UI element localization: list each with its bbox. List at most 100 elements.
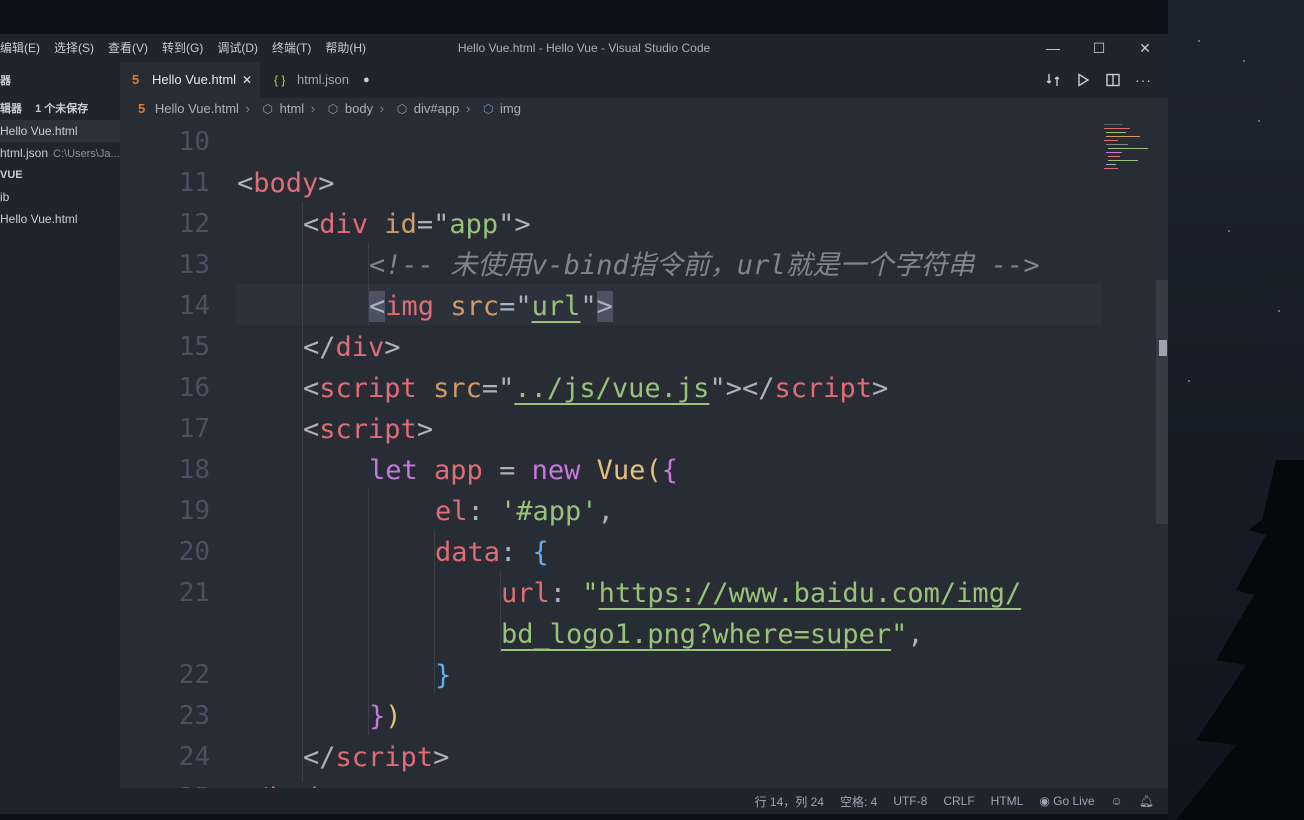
code-line: bd_logo1.png?where=super", [501,619,924,650]
code-line: </body> [237,778,351,788]
open-editor-item[interactable]: Hello Vue.html [0,120,120,142]
status-right: 行 14，列 24 空格: 4 UTF-8 CRLF HTML ◉ Go Liv… [755,788,1154,814]
explorer-title: 器 [0,75,11,87]
broadcast-icon: ◉ [1039,794,1054,808]
compare-changes-icon[interactable] [1045,72,1061,88]
chevron-right-icon: › [310,101,316,116]
open-editors-header[interactable]: 辑器 1 个未保存 [0,98,120,120]
keyword: new [531,455,581,486]
breadcrumb-div[interactable]: div#app [414,98,460,120]
tag-name: body [253,168,319,199]
code-editor[interactable]: 10 11 12 13 14 15 16 17 18 19 20 21 22 2… [120,120,1168,788]
menu-help[interactable]: 帮助(H) [318,34,373,62]
line-number: 19 [178,496,210,526]
star [1243,60,1245,62]
code-line: <script src="../js/vue.js"></script> [303,373,889,404]
element-icon: ⬡ [327,102,339,116]
indentation[interactable]: 空格: 4 [840,793,877,810]
attr-name: src [450,291,500,322]
html5-icon: 5 [132,72,140,87]
feedback-smiley-icon[interactable]: ☺ [1111,794,1123,808]
code-line: let app = new Vue({ [369,455,678,486]
window-controls: — ☐ ✕ [1030,34,1168,62]
minimize-button[interactable]: — [1030,34,1076,62]
breadcrumb-html[interactable]: html [280,98,305,120]
keyword: let [369,455,418,486]
line-number: 10 [178,127,210,157]
breadcrumb-img[interactable]: img [500,98,521,120]
line-number: 22 [178,660,210,690]
attr-value: app [449,209,499,240]
string-value: https://www.baidu.com/img/ [598,578,1022,609]
line-number: 18 [178,455,210,485]
line-number: 13 [178,250,210,280]
property-key: el [435,496,468,527]
attr-name: src [433,373,482,404]
bottom-desktop-strip [0,814,1168,820]
go-live-button[interactable]: ◉ Go Live [1039,794,1094,808]
code-line: url: "https://www.baidu.com/img/ [501,578,1022,609]
json-braces-icon: { } [274,73,286,87]
status-bar: 行 14，列 24 空格: 4 UTF-8 CRLF HTML ◉ Go Liv… [0,788,1168,814]
breadcrumb-file[interactable]: Hello Vue.html [155,98,239,120]
more-actions-icon[interactable]: ··· [1135,72,1152,88]
menu-terminal[interactable]: 终端(T) [265,34,318,62]
breadcrumb: 5 Hello Vue.html › ⬡ html › ⬡ body › ⬡ d… [120,98,1168,120]
breadcrumb-body[interactable]: body [345,98,373,120]
menu-debug[interactable]: 调试(D) [210,34,265,62]
star [1228,230,1230,232]
tab-label: html.json [297,72,350,87]
line-number: 24 [178,742,210,772]
notifications-bell-icon[interactable]: 🔔︎ [1139,794,1154,808]
close-window-button[interactable]: ✕ [1122,34,1168,62]
file-item[interactable]: Hello Vue.html [0,208,120,230]
code-line: <img src="url"> [369,291,613,322]
menu-bar: 编辑(E) 选择(S) 查看(V) 转到(G) 调试(D) 终端(T) 帮助(H… [0,34,373,62]
variable: app [434,455,483,486]
line-number: 20 [178,537,210,567]
vertical-scrollbar[interactable] [1156,280,1168,524]
element-icon: ⬡ [482,102,494,116]
run-icon[interactable] [1075,72,1091,88]
top-desktop-strip [0,0,1168,34]
open-editor-item[interactable]: html.json C:\Users\Ja... [0,142,120,164]
tab-html-json[interactable]: { } html.json ● [260,62,390,98]
attr-name: id [384,209,417,240]
property-key: data [435,537,501,568]
open-editors-label: 辑器 [0,103,22,115]
line-ending[interactable]: CRLF [943,794,974,808]
tab-label: Hello Vue.html [152,72,237,87]
code-line: </div> [303,332,401,363]
language-mode[interactable]: HTML [991,794,1024,808]
go-live-label: Go Live [1053,794,1095,808]
menu-selection[interactable]: 选择(S) [47,34,101,62]
maximize-button[interactable]: ☐ [1076,34,1122,62]
tag-name: div [335,332,385,363]
tag-name: img [385,291,435,322]
encoding[interactable]: UTF-8 [893,794,927,808]
open-editor-name: Hello Vue.html [0,124,78,138]
chevron-right-icon: › [245,101,250,116]
folder-header[interactable]: VUE [0,164,120,186]
split-editor-icon[interactable] [1105,72,1121,88]
element-icon: ⬡ [396,102,408,116]
tree-silhouette [1176,460,1304,820]
code-line: } [435,660,452,691]
menu-view[interactable]: 查看(V) [101,34,155,62]
code-line: <body> [237,168,335,199]
close-tab-icon[interactable]: ✕ [242,62,252,98]
cursor-position[interactable]: 行 14，列 24 [755,793,824,810]
string-value: '#app' [500,496,598,527]
line-number: 21 [178,578,210,608]
file-item[interactable]: ib [0,186,120,208]
menu-edit[interactable]: 编辑(E) [0,34,47,62]
line-number: 17 [178,414,210,444]
code-line: el: '#app', [435,496,614,527]
tag-name: div [319,209,369,240]
star [1278,310,1280,312]
menu-go[interactable]: 转到(G) [155,34,210,62]
code-comment: <!-- 未使用v-bind指令前，url就是一个字符串 --> [369,250,1040,281]
open-editor-name: html.json [0,146,49,160]
tab-hello-vue[interactable]: 5 Hello Vue.html ✕ [120,62,260,98]
minimap[interactable] [1102,120,1152,788]
